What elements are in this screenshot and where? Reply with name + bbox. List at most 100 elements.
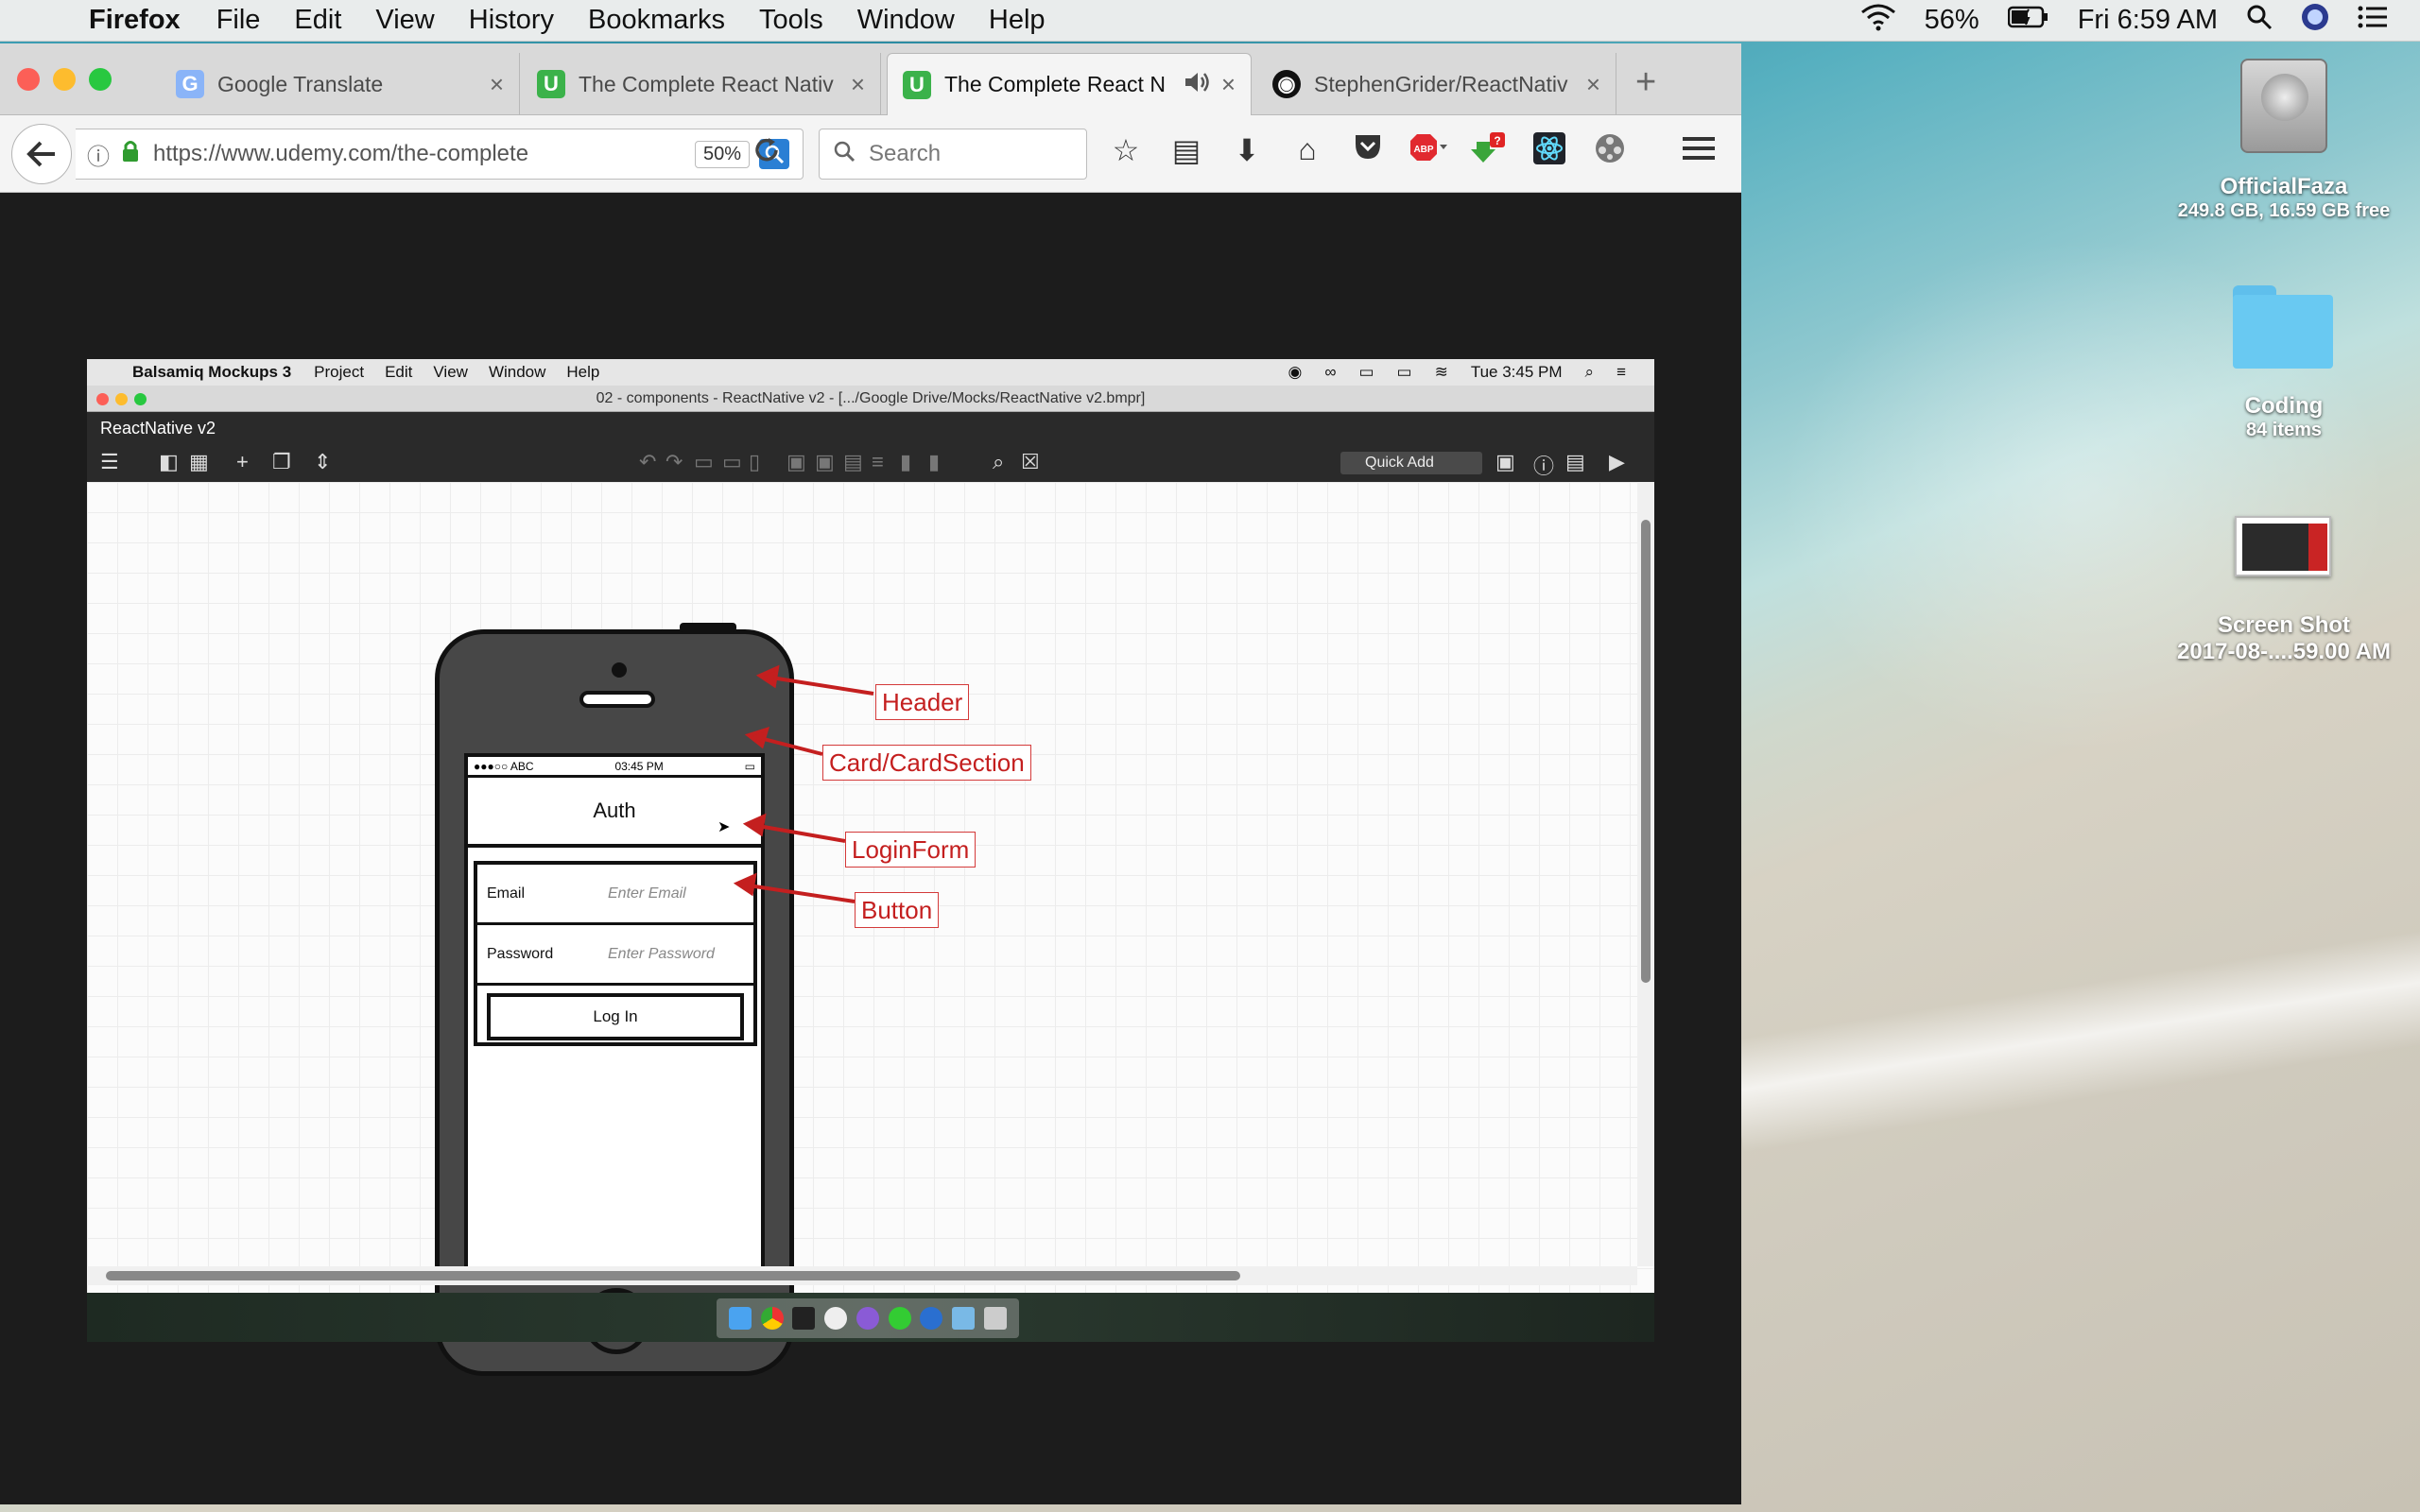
cut-icon: ▭ [722, 450, 742, 473]
balsamiq-menu-edit: Edit [385, 363, 413, 381]
trash-icon [984, 1307, 1007, 1330]
menu-view[interactable]: View [375, 5, 434, 36]
wifi-icon: ≋ [1434, 363, 1448, 381]
tab-github[interactable]: ◉ StephenGrider/ReactNativ × [1257, 53, 1616, 115]
drive-info: 249.8 GB, 16.59 GB free [2177, 200, 2391, 221]
annotation-button-text: Button [861, 896, 933, 924]
open-menu-icon[interactable] [1683, 130, 1715, 170]
speaker-icon[interactable] [1184, 70, 1212, 100]
menu-bookmarks[interactable]: Bookmarks [588, 5, 725, 36]
menu-edit[interactable]: Edit [294, 5, 341, 36]
search-box[interactable]: Search [819, 129, 1087, 180]
browser-icon [920, 1307, 943, 1330]
menu-file[interactable]: File [216, 5, 261, 36]
ungroup-icon: ▣ [815, 450, 835, 473]
zoom-window-button [134, 393, 147, 405]
annotation-card-text: Card/CardSection [829, 748, 1025, 777]
close-window-button [96, 393, 109, 405]
balsamiq-menu-view: View [433, 363, 468, 381]
video-player[interactable]: Balsamiq Mockups 3 Project Edit View Win… [87, 359, 1654, 1376]
download-icon[interactable]: ⬇ [1227, 132, 1267, 172]
password-placeholder: Enter Password [608, 945, 715, 962]
tab-close-icon[interactable]: × [490, 70, 504, 99]
reading-list-icon[interactable]: ▤ [1167, 132, 1206, 172]
extension-reel-icon[interactable] [1590, 132, 1630, 172]
folder-icon[interactable] [2233, 285, 2333, 369]
site-info-icon[interactable]: ⓘ [87, 138, 110, 171]
download-helper-icon[interactable]: ? [1469, 132, 1509, 172]
udemy-icon: U [903, 70, 931, 99]
screenshot-file-icon[interactable] [2235, 516, 2331, 576]
tab-label: Google Translate [217, 71, 384, 96]
react-devtools-icon[interactable] [1530, 132, 1569, 172]
tab-close-icon[interactable]: × [1221, 70, 1236, 99]
battery-icon[interactable] [2007, 5, 2049, 36]
back-arrow-icon [26, 141, 55, 167]
phone-power-button [680, 623, 736, 632]
airplay-icon: ▭ [1358, 363, 1374, 381]
annotation-button-label: Button [855, 892, 940, 928]
menu-window[interactable]: Window [857, 5, 955, 36]
zoom-level[interactable]: 50% [694, 140, 750, 168]
battery-percent: 56% [1924, 5, 1979, 35]
pocket-icon[interactable] [1348, 132, 1388, 172]
balsamiq-menu-help: Help [566, 363, 600, 381]
notification-center-icon[interactable] [2358, 5, 2388, 37]
folder-name: Coding [2244, 393, 2324, 419]
adblock-plus-icon[interactable]: ABP [1409, 132, 1448, 172]
tab-udemy-1[interactable]: U The Complete React Nativ × [522, 53, 881, 115]
menu-history[interactable]: History [469, 5, 554, 36]
email-label: Email [487, 885, 526, 902]
menu-tools[interactable]: Tools [759, 5, 823, 36]
tab-close-icon[interactable]: × [851, 70, 865, 99]
lock-icon[interactable] [121, 140, 140, 168]
folder-label[interactable]: Coding 84 items [2142, 393, 2420, 441]
lock-icon: ▮ [900, 450, 912, 473]
drive-label[interactable]: OfficialFaza 249.8 GB, 16.59 GB free [2142, 174, 2420, 222]
menu-help[interactable]: Help [989, 5, 1046, 36]
paste-icon: ▯ [749, 450, 761, 473]
trash-icon: ▮ [928, 450, 941, 473]
arrange-icon: ▤ [843, 450, 863, 473]
tab-close-icon[interactable]: × [1586, 70, 1600, 99]
reload-icon[interactable] [752, 136, 781, 173]
tab-label: The Complete React N [944, 72, 1166, 96]
browser-window: G Google Translate × U The Complete Reac… [0, 43, 1741, 1504]
password-row: Password Enter Password [477, 925, 753, 986]
url-text[interactable]: https://www.udemy.com/the-complete [153, 141, 695, 167]
phone-status-bar: ●●●○○ ABC 03:45 PM ▭ [468, 757, 761, 778]
mockup-canvas: ●●●○○ ABC 03:45 PM ▭ Auth ➤ Email Enter … [87, 482, 1654, 1376]
hard-drive-icon[interactable] [2240, 59, 2327, 153]
balsamiq-window-title: 02 - components - ReactNative v2 - [.../… [596, 390, 1146, 406]
back-button[interactable] [11, 124, 72, 184]
udemy-icon: U [537, 70, 565, 98]
siri-icon[interactable] [2301, 3, 2329, 39]
tab-google-translate[interactable]: G Google Translate × [161, 53, 520, 115]
notification-center-icon: ≡ [1616, 363, 1626, 381]
balsamiq-window-titlebar: 02 - components - ReactNative v2 - [.../… [87, 386, 1654, 412]
spotlight-icon[interactable] [2246, 4, 2273, 38]
close-window-button[interactable] [17, 68, 40, 91]
add-icon: + [236, 450, 249, 473]
header-title: Auth [593, 799, 636, 822]
delete-icon: ☒ [1021, 450, 1040, 473]
clock[interactable]: Fri 6:59 AM [2078, 5, 2218, 36]
balsamiq-app-name: Balsamiq Mockups 3 [132, 363, 292, 381]
glasses-icon: ∞ [1324, 363, 1337, 381]
screenshot-label[interactable]: Screen Shot 2017-08-....59.00 AM [2142, 612, 2420, 665]
dock-shelf [717, 1298, 1019, 1338]
bookmark-star-icon[interactable]: ☆ [1106, 132, 1146, 172]
home-icon[interactable]: ⌂ [1288, 132, 1327, 172]
tab-udemy-active[interactable]: U The Complete React N × [887, 53, 1252, 115]
wifi-icon[interactable] [1860, 3, 1896, 39]
url-bar[interactable]: ⓘ https://www.udemy.com/the-complete 50% [76, 129, 804, 180]
notes-icon: ▤ [1565, 450, 1585, 473]
new-tab-button[interactable]: + [1635, 62, 1656, 103]
minimize-window-button[interactable] [53, 68, 76, 91]
os-menubar: Firefox File Edit View History Bookmarks… [0, 0, 2420, 42]
balsamiq-menu-window: Window [488, 363, 546, 381]
finder-icon [728, 1307, 752, 1330]
duplicate-icon: ❐ [272, 450, 291, 473]
menu-app-name[interactable]: Firefox [89, 5, 181, 36]
zoom-window-button[interactable] [89, 68, 112, 91]
